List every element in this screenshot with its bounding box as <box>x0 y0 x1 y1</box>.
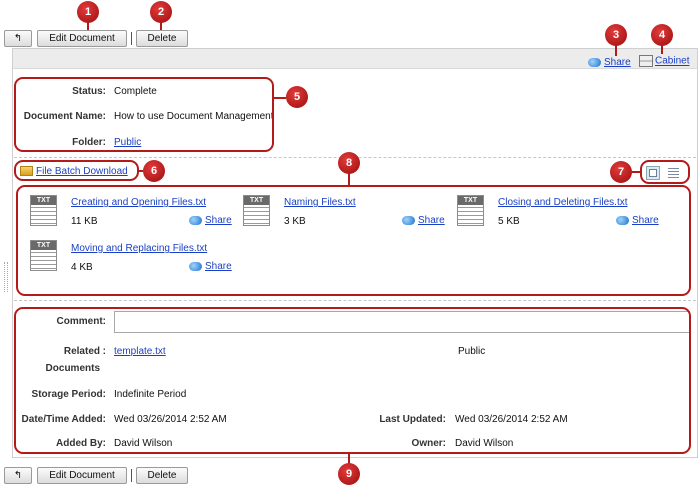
section-divider <box>14 300 696 301</box>
cabinet-link[interactable]: Cabinet <box>639 55 689 67</box>
leader-line <box>160 22 162 30</box>
annotation-box-details <box>14 77 274 152</box>
annotation-box-files <box>16 185 691 296</box>
annotation-box-view-toggle <box>640 160 690 184</box>
cabinet-link-label[interactable]: Cabinet <box>655 56 689 67</box>
share-link-label[interactable]: Share <box>604 57 631 68</box>
back-button[interactable]: ↰ <box>4 467 32 484</box>
back-button[interactable]: ↰ <box>4 30 32 47</box>
callout-4: 4 <box>651 24 673 46</box>
annotation-box-info <box>14 307 691 454</box>
edit-document-button[interactable]: Edit Document <box>37 30 127 47</box>
back-arrow-icon: ↰ <box>13 33 23 44</box>
delete-button[interactable]: Delete <box>136 30 188 47</box>
edit-document-button[interactable]: Edit Document <box>37 467 127 484</box>
leader-line <box>632 171 640 173</box>
cabinet-icon <box>639 55 653 67</box>
annotation-box-batch-download <box>14 160 139 181</box>
callout-1: 1 <box>77 1 99 23</box>
callout-3: 3 <box>605 24 627 46</box>
leader-line <box>87 22 89 30</box>
callout-8: 8 <box>338 152 360 174</box>
delete-button[interactable]: Delete <box>136 467 188 484</box>
share-icon <box>588 57 601 67</box>
back-arrow-icon: ↰ <box>13 470 23 481</box>
callout-9: 9 <box>338 463 360 485</box>
callout-2: 2 <box>150 1 172 23</box>
callout-7: 7 <box>610 161 632 183</box>
toolbar-separator <box>131 32 132 45</box>
share-document-link[interactable]: Share <box>588 57 631 68</box>
resize-handle[interactable] <box>4 262 8 292</box>
callout-6: 6 <box>143 160 165 182</box>
leader-line <box>274 97 286 99</box>
callout-5: 5 <box>286 86 308 108</box>
toolbar-separator <box>131 469 132 482</box>
